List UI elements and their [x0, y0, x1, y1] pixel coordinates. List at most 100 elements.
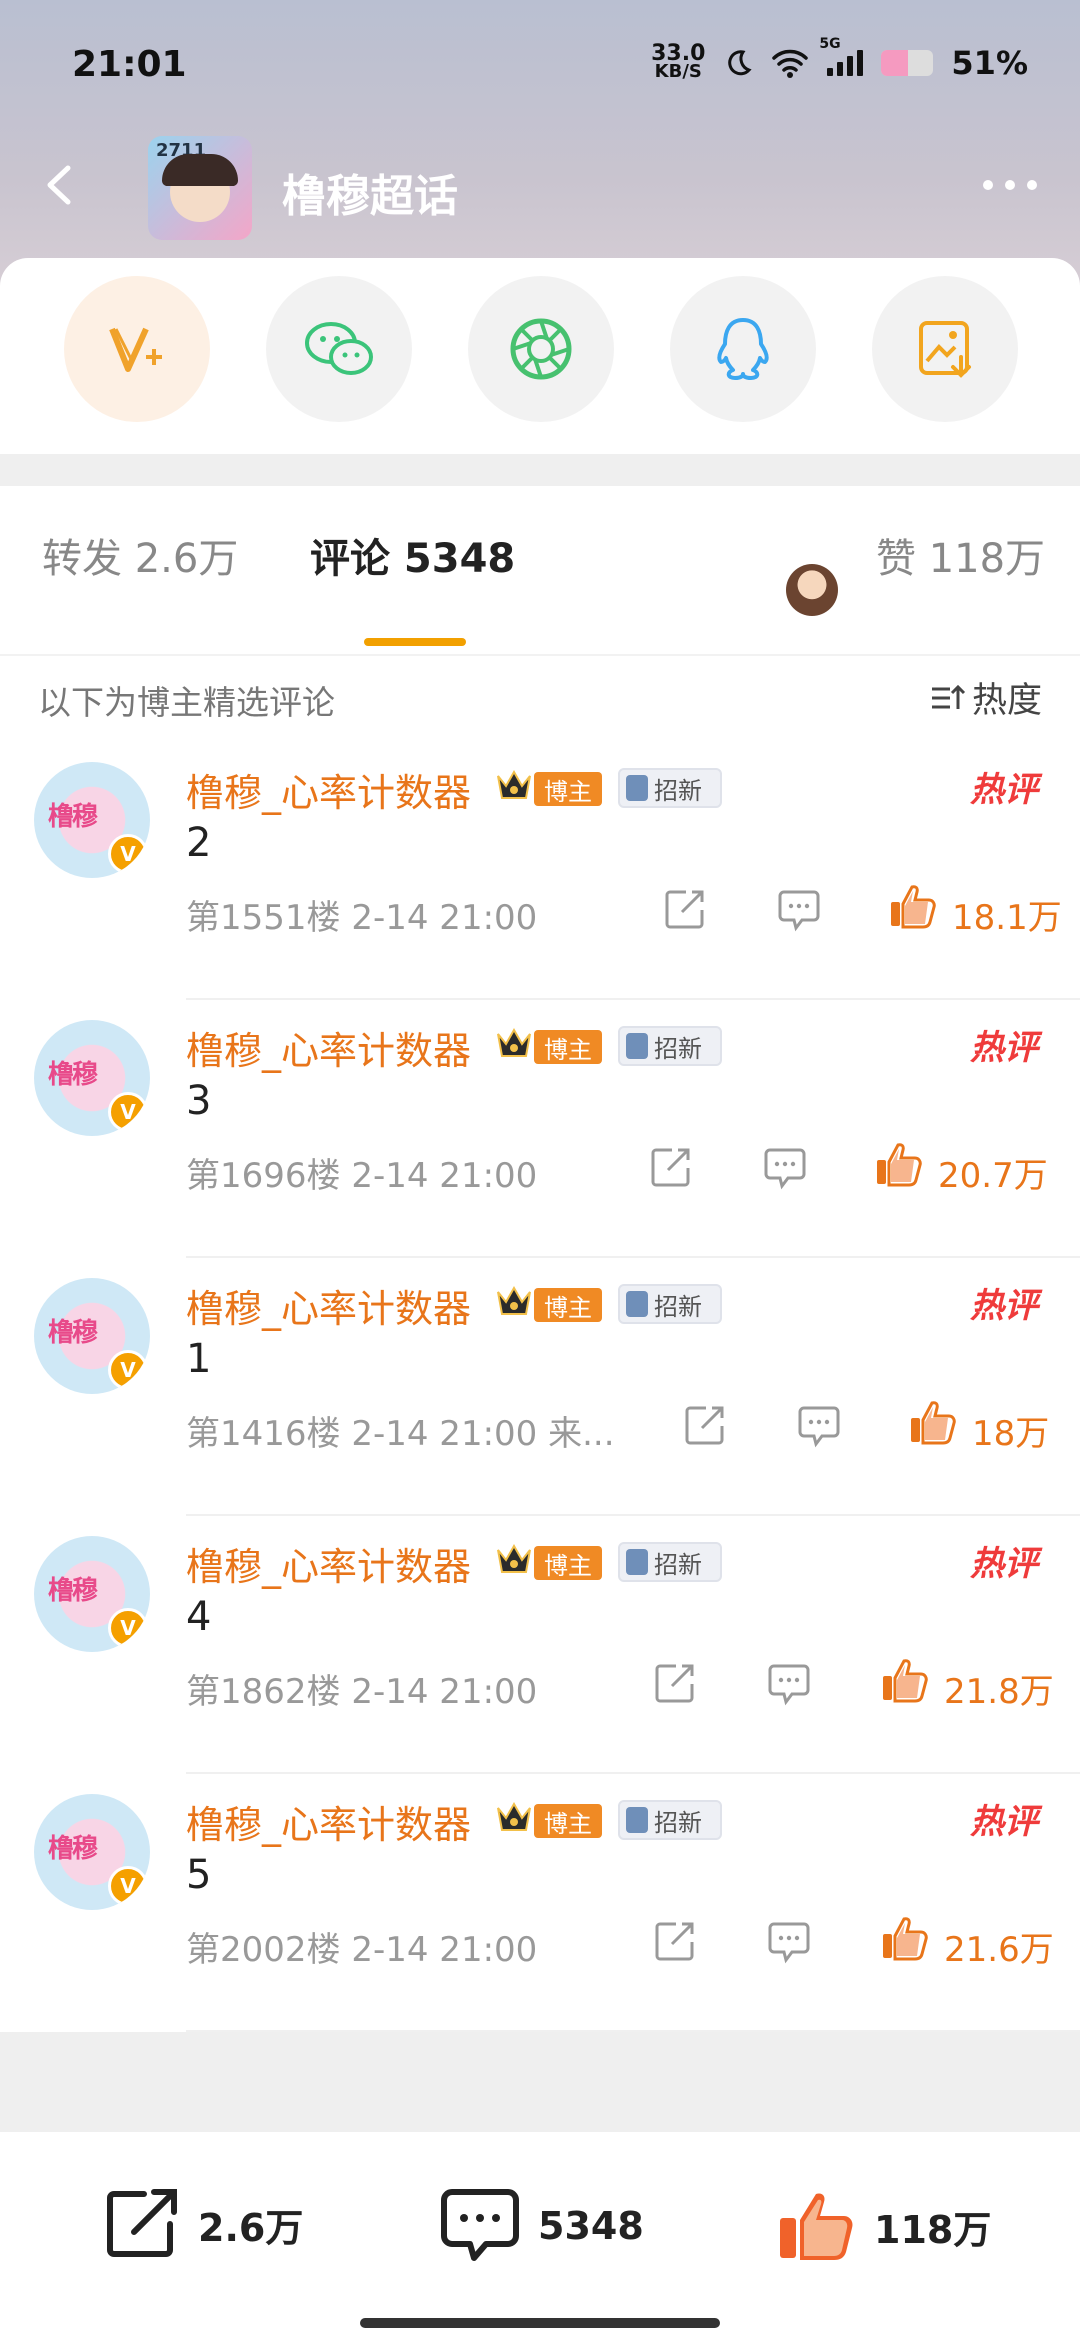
recruit-badge[interactable]: 招新 [618, 1026, 722, 1066]
comment-item[interactable]: 橹穆 V 橹穆_心率计数器 博主 招新 热评 5 第2002楼 2-14 21:… [0, 1774, 1080, 2032]
comment-button[interactable]: 5348 [440, 2188, 644, 2264]
owner-badge: 博主 [534, 1288, 602, 1322]
comment-like-count: 20.7万 [938, 1156, 1048, 1196]
comment-text: 5 [186, 1852, 212, 1898]
username[interactable]: 橹穆_心率计数器 [186, 1278, 471, 1333]
tab-comments[interactable]: 评论 5348 [310, 526, 515, 584]
active-tab-indicator [364, 638, 466, 646]
comment-text: 3 [186, 1078, 212, 1124]
comments-section: 转发 2.6万 评论 5348 赞 118万 以下为博主精选评论 热度 橹穆 V… [0, 486, 1080, 2032]
username[interactable]: 橹穆_心率计数器 [186, 762, 471, 817]
repost-count: 2.6万 [198, 2205, 304, 2250]
battery-percent: 51% [951, 44, 1028, 82]
recruit-badge[interactable]: 招新 [618, 1284, 722, 1324]
verified-badge: V [108, 1350, 148, 1390]
crown-icon [497, 1285, 531, 1315]
status-icons: 33.0 KB/S 5G 51% [651, 36, 1028, 82]
share-weibo-vplus-button[interactable] [64, 276, 210, 422]
back-icon[interactable] [36, 160, 86, 210]
comment-meta: 第1551楼 2-14 21:00 [186, 898, 538, 938]
comment-item[interactable]: 橹穆 V 橹穆_心率计数器 博主 招新 热评 4 第1862楼 2-14 21:… [0, 1516, 1080, 1774]
user-avatar[interactable]: 橹穆 V [34, 1278, 150, 1394]
repost-button[interactable]: 2.6万 [104, 2188, 303, 2260]
reply-icon[interactable] [766, 1660, 812, 1706]
sort-button[interactable]: 热度 [930, 672, 1042, 723]
share-moments-button[interactable] [468, 276, 614, 422]
hot-comment-tag: 热评 [970, 1544, 1038, 1584]
user-avatar[interactable]: 橹穆 V [34, 1020, 150, 1136]
status-bar: 21:01 33.0 KB/S 5G 51% [0, 36, 1080, 96]
reply-icon[interactable] [762, 1144, 808, 1190]
user-avatar[interactable]: 橹穆 V [34, 1794, 150, 1910]
save-image-button[interactable] [872, 276, 1018, 422]
network-type: 5G [819, 36, 841, 52]
net-speed-unit: KB/S [654, 61, 702, 82]
comment-meta: 第1416楼 2-14 21:00 来... [186, 1414, 615, 1454]
net-speed: 33.0 KB/S [651, 43, 705, 82]
avatar-text: 橹穆 [48, 1576, 98, 1606]
comment-item[interactable]: 橹穆 V 橹穆_心率计数器 博主 招新 热评 2 第1551楼 2-14 21:… [0, 742, 1080, 1000]
username[interactable]: 橹穆_心率计数器 [186, 1794, 471, 1849]
recruit-icon [626, 1033, 648, 1059]
comment-text: 1 [186, 1336, 212, 1382]
repost-icon[interactable] [652, 1918, 698, 1964]
share-wechat-button[interactable] [266, 276, 412, 422]
thumbs-up-icon[interactable] [874, 1140, 922, 1188]
repost-icon[interactable] [682, 1402, 728, 1448]
comment-like-count: 21.8万 [944, 1672, 1054, 1712]
liker-avatar [786, 564, 838, 616]
username[interactable]: 橹穆_心率计数器 [186, 1020, 471, 1075]
tab-reposts[interactable]: 转发 2.6万 [42, 526, 238, 584]
comment-text: 4 [186, 1594, 212, 1640]
share-qq-button[interactable] [670, 276, 816, 422]
hot-comment-tag: 热评 [970, 1286, 1038, 1326]
crown-icon [497, 1543, 531, 1573]
thumbs-up-icon [780, 2193, 853, 2260]
thumbs-up-icon[interactable] [880, 1914, 928, 1962]
section-title: 以下为博主精选评论 [38, 683, 335, 722]
moon-icon [728, 50, 752, 76]
wifi-icon [772, 49, 809, 78]
repost-icon[interactable] [648, 1144, 694, 1190]
recruit-label: 招新 [654, 1292, 702, 1321]
user-avatar[interactable]: 橹穆 V [34, 1536, 150, 1652]
recruit-label: 招新 [654, 1550, 702, 1579]
topic-title[interactable]: 橹穆超话 [282, 160, 458, 224]
recruit-badge[interactable]: 招新 [618, 768, 722, 808]
comment-like-count: 21.6万 [944, 1930, 1054, 1970]
repost-icon[interactable] [652, 1660, 698, 1706]
status-time: 21:01 [72, 44, 187, 85]
recruit-badge[interactable]: 招新 [618, 1800, 722, 1840]
reply-icon[interactable] [776, 886, 822, 932]
verified-badge: V [108, 1092, 148, 1132]
signal-icon [827, 50, 864, 76]
thumbs-up-icon[interactable] [888, 882, 936, 930]
crown-icon [497, 769, 531, 799]
recruit-badge[interactable]: 招新 [618, 1542, 722, 1582]
user-avatar[interactable]: 橹穆 V [34, 762, 150, 878]
repost-icon[interactable] [662, 886, 708, 932]
divider [186, 2030, 1080, 2032]
comment-item[interactable]: 橹穆 V 橹穆_心率计数器 博主 招新 热评 1 第1416楼 2-14 21:… [0, 1258, 1080, 1516]
reply-icon[interactable] [796, 1402, 842, 1448]
recruit-icon [626, 775, 648, 801]
more-options-button[interactable] [970, 170, 1050, 200]
crown-icon [497, 1801, 531, 1831]
thumbs-up-icon[interactable] [880, 1656, 928, 1704]
comment-item[interactable]: 橹穆 V 橹穆_心率计数器 博主 招新 热评 3 第1696楼 2-14 21:… [0, 1000, 1080, 1258]
thumbs-up-icon[interactable] [908, 1398, 956, 1446]
sort-label: 热度 [971, 681, 1042, 721]
owner-badge: 博主 [534, 1804, 602, 1838]
topic-thumbnail[interactable]: 2711 [148, 136, 252, 240]
username[interactable]: 橹穆_心率计数器 [186, 1536, 471, 1591]
sort-icon [931, 684, 966, 709]
reply-icon[interactable] [766, 1918, 812, 1964]
like-count: 118万 [874, 2207, 992, 2252]
comment-like-count: 18.1万 [952, 898, 1062, 938]
hot-comment-tag: 热评 [970, 770, 1038, 810]
like-button[interactable]: 118万 [776, 2188, 991, 2264]
battery-level [881, 50, 908, 76]
tab-likes[interactable]: 赞 118万 [876, 526, 1045, 584]
recruit-label: 招新 [654, 1808, 702, 1837]
hot-comment-tag: 热评 [970, 1028, 1038, 1068]
